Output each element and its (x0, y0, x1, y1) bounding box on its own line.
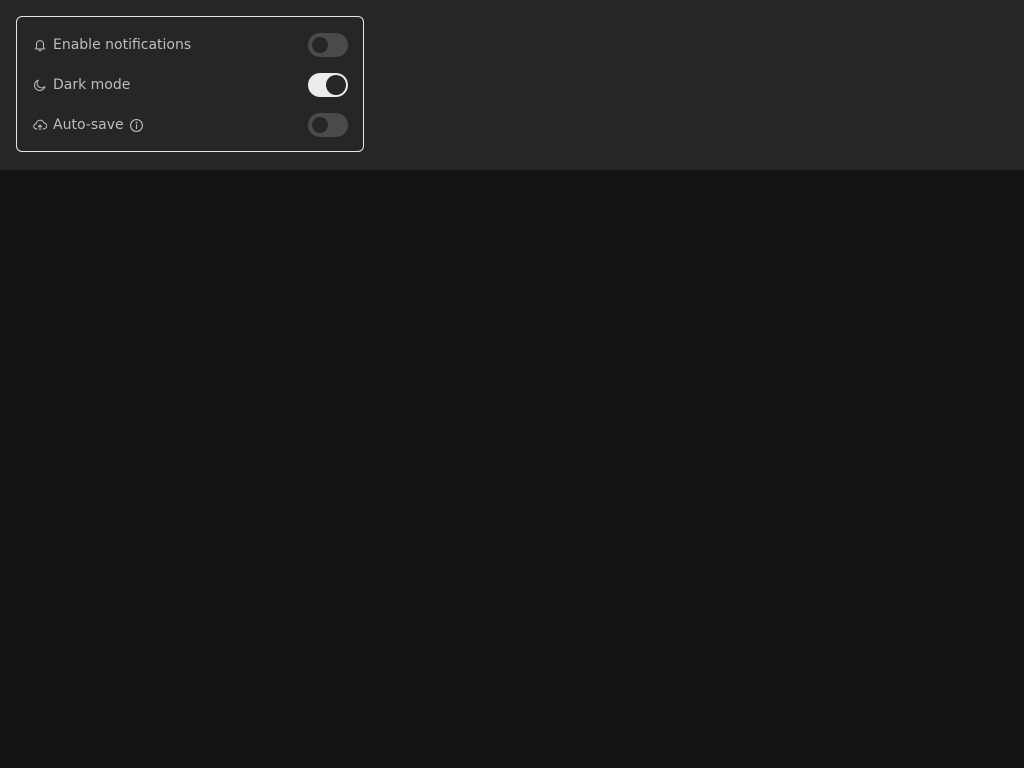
bell-icon (33, 38, 47, 52)
setting-row-dark-mode: Dark mode (17, 65, 363, 105)
setting-label-auto-save: Auto-save (53, 117, 124, 133)
cloud-upload-icon (33, 118, 47, 132)
setting-row-notifications: Enable notifications (17, 25, 363, 65)
setting-row-auto-save: Auto-save (17, 105, 363, 145)
setting-label-dark-mode: Dark mode (53, 77, 131, 93)
toggle-knob (312, 37, 328, 53)
toggle-knob (312, 117, 328, 133)
notifications-toggle[interactable] (308, 33, 348, 57)
settings-card: Enable notifications Dark mode Auto-save (16, 16, 364, 152)
moon-icon (33, 78, 47, 92)
auto-save-toggle[interactable] (308, 113, 348, 137)
toggle-knob (326, 75, 346, 95)
info-icon[interactable] (129, 118, 144, 133)
dark-mode-toggle[interactable] (308, 73, 348, 97)
setting-label-notifications: Enable notifications (53, 37, 192, 53)
